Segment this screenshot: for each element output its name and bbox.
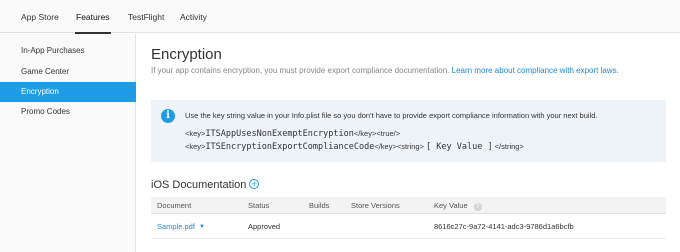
- key-value-cell: 8616c27c-9a72-4141-adc3-9786d1a6bcfb: [434, 222, 574, 231]
- export-compliance-link[interactable]: Learn more about compliance with export …: [452, 66, 619, 75]
- page-title: Encryption: [151, 46, 222, 63]
- code-rest: </key><true/>: [353, 129, 401, 138]
- tab-activity[interactable]: Activity: [180, 0, 207, 33]
- key-value-header: Key Value: [434, 201, 468, 210]
- tab-features[interactable]: Features: [75, 0, 111, 34]
- sidebar-item-promo-codes[interactable]: Promo Codes: [0, 102, 136, 122]
- sidebar-item-game-center[interactable]: Game Center: [0, 62, 136, 82]
- subtitle-text: If your app contains encryption, you mus…: [151, 66, 450, 75]
- code-line-non-exempt: <key>ITSAppUsesNonExemptEncryption</key>…: [185, 129, 400, 139]
- top-navigation: App Store Features TestFlight Activity: [0, 0, 680, 34]
- plus-circle-icon[interactable]: +: [249, 179, 260, 189]
- column-builds: Builds: [309, 201, 330, 210]
- page-subtitle: If your app contains encryption, you mus…: [151, 66, 619, 75]
- section-title: iOS Documentation +: [151, 179, 260, 191]
- sidebar-item-encryption[interactable]: Encryption: [0, 82, 136, 102]
- code-key: ITSAppUsesNonExemptEncryption: [205, 129, 354, 139]
- column-status: Status: [248, 201, 270, 210]
- tab-testflight[interactable]: TestFlight: [128, 0, 164, 33]
- code-line-compliance-code: <key>ITSEncryptionExportComplianceCode</…: [185, 142, 524, 152]
- code-value: [ Key Value ]: [426, 142, 493, 152]
- column-key-value: Key Value?: [434, 197, 482, 214]
- chevron-down-icon[interactable]: ▼: [199, 215, 205, 239]
- ios-documentation-title: iOS Documentation: [151, 179, 247, 191]
- tab-app-store[interactable]: App Store: [21, 0, 59, 33]
- code-open-tag: <key>: [185, 142, 206, 151]
- column-document: Document: [157, 201, 192, 210]
- sidebar: In-App Purchases Game Center Encryption …: [0, 34, 136, 252]
- column-store-versions: Store Versions: [351, 201, 400, 210]
- code-open-tag: <key>: [185, 129, 206, 138]
- sidebar-item-in-app-purchases[interactable]: In-App Purchases: [0, 41, 136, 61]
- code-mid: </key><string>: [374, 142, 424, 151]
- code-key: ITSEncryptionExportComplianceCode: [205, 142, 375, 152]
- info-icon: i: [161, 109, 175, 123]
- info-text: Use the key string value in your Info.pl…: [185, 111, 598, 120]
- main-content: Encryption If your app contains encrypti…: [137, 34, 680, 252]
- document-link[interactable]: Sample.pdf ▼: [157, 215, 205, 239]
- info-box: i Use the key string value in your Info.…: [151, 100, 666, 162]
- code-close: </string>: [494, 142, 524, 151]
- question-icon[interactable]: ?: [473, 203, 482, 211]
- status-cell: Approved: [248, 222, 281, 231]
- table-row: Sample.pdf ▼ Approved 8616c27c-9a72-4141-…: [151, 215, 666, 239]
- document-name[interactable]: Sample.pdf: [157, 222, 195, 231]
- table-header: Document Status Builds Store Versions Ke…: [151, 197, 666, 214]
